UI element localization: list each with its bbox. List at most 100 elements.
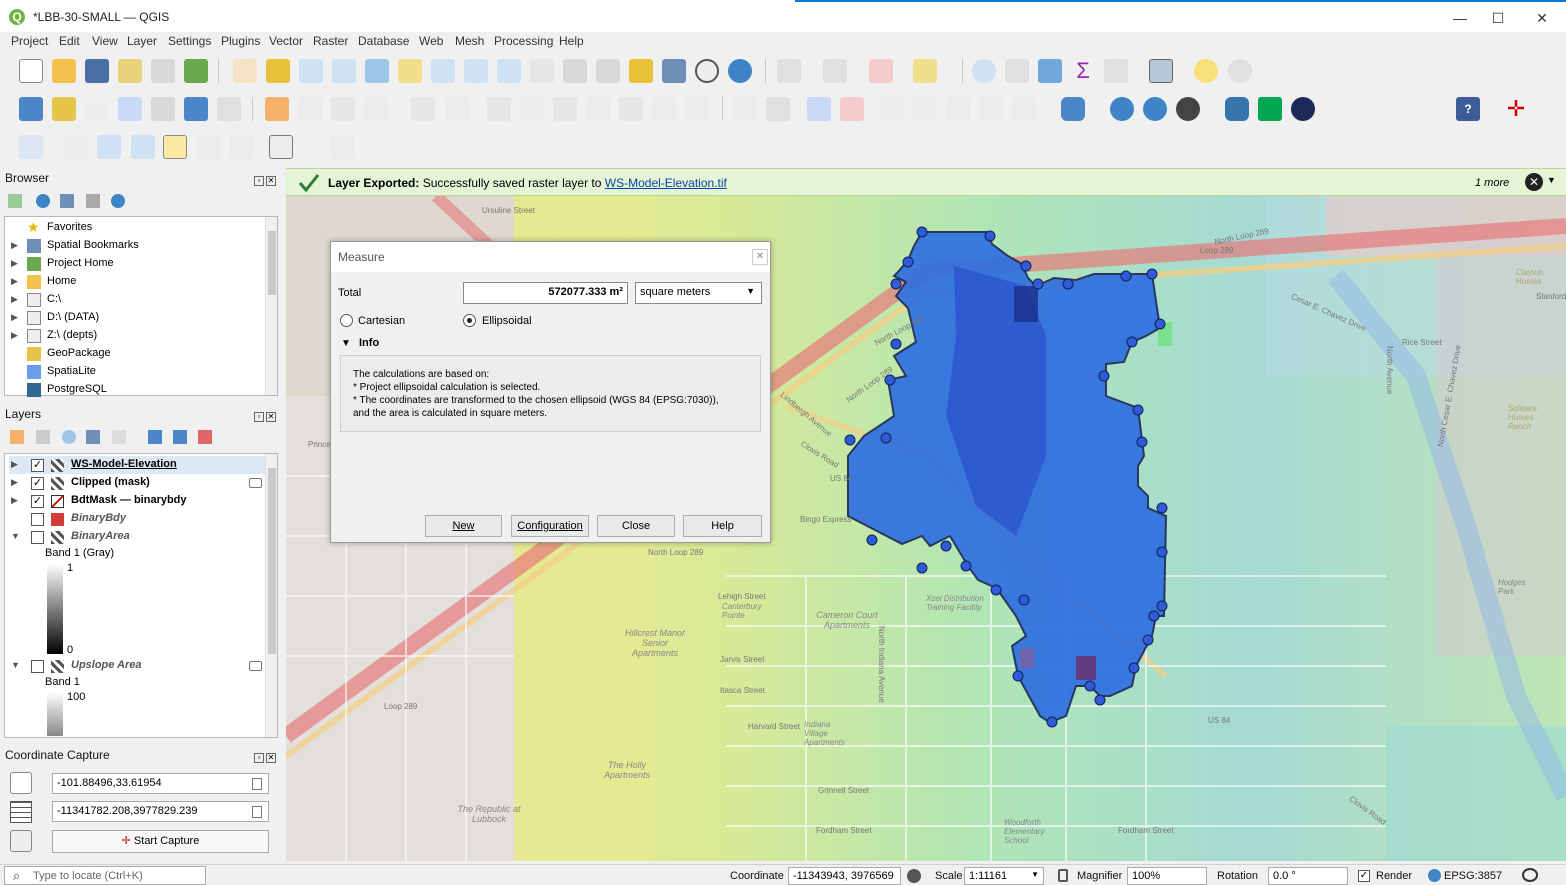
browser-item-geopackage[interactable]: GeoPackage	[9, 345, 259, 363]
measure-tool-icon[interactable]	[1149, 59, 1173, 83]
messages-icon[interactable]	[1522, 868, 1538, 882]
pointer-tool-icon[interactable]	[330, 135, 354, 159]
expand-arrow-icon[interactable]: ▶	[11, 276, 18, 287]
label-diagram-icon[interactable]	[766, 97, 790, 121]
data-source-manager-icon[interactable]	[19, 97, 43, 121]
projected-coordinate-field[interactable]: -11341782.208,3977829.239	[52, 801, 269, 822]
add-raster-icon[interactable]	[184, 97, 208, 121]
remove-layer-icon[interactable]	[198, 430, 212, 444]
menu-vector[interactable]: Vector	[269, 34, 303, 48]
browser-scrollbar[interactable]	[265, 217, 277, 395]
label-properties-icon[interactable]	[1012, 97, 1036, 121]
close-button[interactable]: Close	[597, 515, 675, 537]
layers-panel-controls[interactable]: ▫ ✕	[252, 408, 276, 422]
lock-scale-icon[interactable]	[1058, 869, 1068, 882]
track-mouse-icon[interactable]	[10, 830, 32, 852]
deselect-features-icon[interactable]	[869, 59, 893, 83]
new-3d-view-icon[interactable]	[596, 59, 620, 83]
cut-features-icon[interactable]	[553, 97, 577, 121]
db-manager-icon[interactable]	[1061, 97, 1085, 121]
refresh-browser-icon[interactable]	[36, 194, 50, 208]
modify-attributes-icon[interactable]	[487, 97, 511, 121]
layer-visibility-checkbox[interactable]: ✓	[31, 459, 44, 472]
menu-view[interactable]: View	[92, 34, 118, 48]
zoom-native-icon[interactable]	[464, 59, 488, 83]
expand-arrow-icon[interactable]: ▶	[11, 330, 18, 341]
geographic-coordinate-field[interactable]: -101.88496,33.61954	[52, 773, 269, 794]
node-tool-icon[interactable]	[131, 135, 155, 159]
layer-visibility-checkbox[interactable]	[31, 660, 44, 673]
add-group-icon[interactable]	[36, 430, 50, 444]
layers-scrollbar[interactable]	[265, 454, 277, 737]
menu-web[interactable]: Web	[419, 34, 443, 48]
message-menu-icon[interactable]: ▼	[1547, 175, 1556, 185]
collapse-all-icon[interactable]	[86, 194, 100, 208]
close-window-button[interactable]: ✕	[1520, 6, 1564, 30]
select-location-icon[interactable]	[913, 59, 937, 83]
layer-styling-icon[interactable]	[10, 430, 24, 444]
zoom-to-layer-icon[interactable]	[431, 59, 455, 83]
new-spatialite-icon[interactable]	[118, 97, 142, 121]
layer-binaryarea[interactable]: ▼ BinaryArea	[9, 528, 267, 546]
browser-panel-controls[interactable]: ▫ ✕	[252, 172, 276, 186]
help-button[interactable]: Help	[683, 515, 762, 537]
new-map-view-icon[interactable]	[563, 59, 587, 83]
crs-globe-icon[interactable]	[1428, 869, 1441, 882]
units-select[interactable]: square meters ▼	[635, 282, 762, 304]
ellipsoidal-radio[interactable]	[463, 314, 476, 327]
new-geopackage-icon[interactable]	[52, 97, 76, 121]
current-edits-icon[interactable]	[265, 97, 289, 121]
toggle-extents-icon[interactable]	[907, 869, 921, 883]
add-polygon-icon[interactable]	[411, 97, 435, 121]
measure-dialog-close-icon[interactable]: ✕	[752, 249, 768, 265]
open-project-icon[interactable]	[52, 59, 76, 83]
change-label-icon[interactable]	[979, 97, 1003, 121]
expand-arrow-icon[interactable]: ▶	[11, 459, 18, 470]
expand-arrow-icon[interactable]: ▶	[11, 294, 18, 305]
show-bookmarks-icon[interactable]	[662, 59, 686, 83]
crs-label[interactable]: EPSG:3857	[1444, 870, 1502, 882]
map-tips-icon[interactable]	[1194, 59, 1218, 83]
browser-item-d-drive[interactable]: ▶ D:\ (DATA)	[9, 309, 259, 327]
favorite-annotation-icon[interactable]	[163, 135, 187, 159]
menu-plugins[interactable]: Plugins	[221, 34, 260, 48]
zoom-next-icon[interactable]	[530, 59, 554, 83]
expand-arrow-icon[interactable]: ▶	[11, 495, 18, 506]
digitize-line-icon[interactable]	[364, 97, 388, 121]
browser-item-project-home[interactable]: ▶ Project Home	[9, 255, 259, 273]
rotation-spinbox[interactable]: 0.0 °	[1268, 867, 1348, 885]
menu-layer[interactable]: Layer	[127, 34, 157, 48]
move-label-icon[interactable]	[913, 97, 937, 121]
metasearch-icon[interactable]	[1176, 97, 1200, 121]
menu-processing[interactable]: Processing	[494, 34, 553, 48]
cartesian-radio[interactable]	[340, 314, 353, 327]
layer-visibility-checkbox[interactable]	[31, 531, 44, 544]
close-message-button[interactable]: ✕	[1525, 173, 1543, 191]
scale-combo[interactable]: 1:11161 ▼	[964, 867, 1044, 885]
layer-visibility-checkbox[interactable]: ✓	[31, 477, 44, 490]
field-calculator-icon[interactable]	[1104, 59, 1128, 83]
browser-item-z-drive[interactable]: ▶ Z:\ (depts)	[9, 327, 259, 345]
select-features-icon[interactable]	[777, 59, 801, 83]
menu-project[interactable]: Project	[11, 34, 48, 48]
add-wms-icon[interactable]	[1110, 97, 1134, 121]
magnifier-spinbox[interactable]: 100%	[1127, 867, 1207, 885]
maximize-button[interactable]: ☐	[1476, 6, 1520, 30]
paste-features-icon[interactable]	[619, 97, 643, 121]
browser-item-c-drive[interactable]: ▶ C:\	[9, 291, 259, 309]
text-annotation-icon[interactable]	[197, 135, 221, 159]
info-collapse-icon[interactable]: ▼	[341, 338, 351, 349]
menu-edit[interactable]: Edit	[59, 34, 80, 48]
manage-visibility-icon[interactable]	[62, 430, 76, 444]
toggle-editing-icon[interactable]	[298, 97, 322, 121]
globe-plugin-icon[interactable]	[1291, 97, 1315, 121]
filter-browser-icon[interactable]	[60, 194, 74, 208]
expand-arrow-icon[interactable]: ▶	[11, 477, 18, 488]
temporal-controller-icon[interactable]	[695, 59, 719, 83]
add-vector-icon[interactable]	[217, 97, 241, 121]
crosshair-icon[interactable]: ✛	[1504, 97, 1528, 121]
zoom-full-icon[interactable]	[365, 59, 389, 83]
new-shapefile-icon[interactable]	[85, 97, 109, 121]
redo-icon[interactable]	[685, 97, 709, 121]
browser-item-spatialite[interactable]: SpatiaLite	[9, 363, 259, 381]
